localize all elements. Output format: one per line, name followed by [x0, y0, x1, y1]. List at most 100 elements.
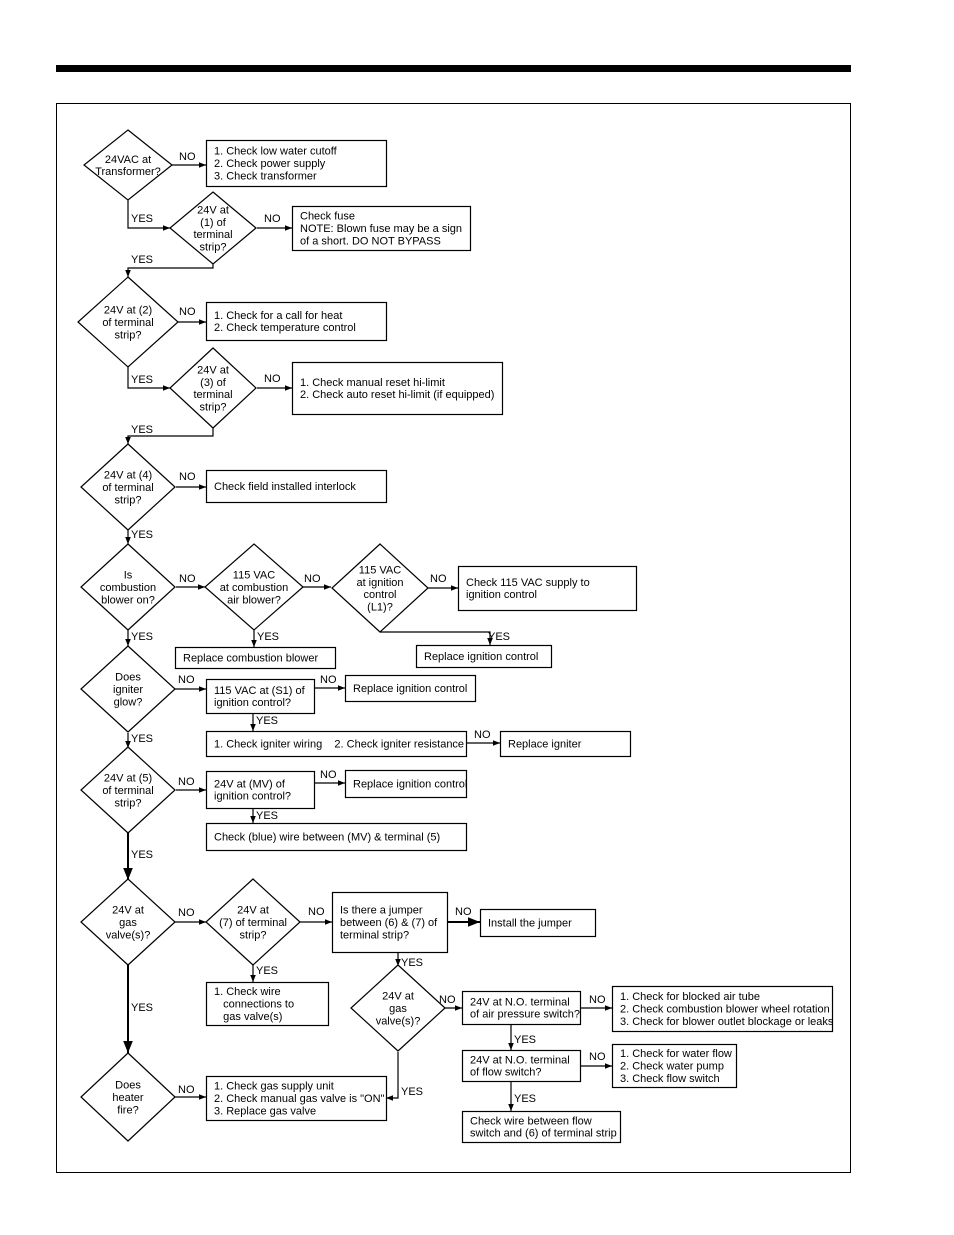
connector-b21-to-b22: NO	[580, 1051, 612, 1069]
action-text: 1. Check low water cutoff	[214, 146, 338, 158]
action-text: 1. Check for water flow	[620, 1048, 732, 1060]
decision-d9: Doesigniterglow?	[80, 645, 176, 733]
troubleshooting-flowchart: NO YES NO YES NO YES NO YES NO YES NO NO NO YES YES YES…	[56, 103, 851, 1173]
decision-text: strip?	[115, 494, 142, 506]
action-box-b22: 1. Check for water flow2. Check water pu…	[611, 1043, 738, 1089]
action-box-b14: Replace ignition control	[344, 769, 467, 799]
connector-d7-to-b7: YES	[251, 630, 279, 647]
connector-b13-to-b14: NO	[314, 769, 345, 786]
edge-label-no: NO	[179, 151, 196, 163]
action-text: 2. Check manual gas valve is "ON"	[214, 1093, 385, 1105]
action-box-b1: 1. Check low water cutoff2. Check power …	[205, 139, 388, 188]
edge-label-no: NO	[264, 213, 281, 225]
decision-d13: 24V atgasvalve(s)?	[350, 964, 446, 1052]
edge-label-yes: YES	[514, 1093, 536, 1105]
connector-b9-to-b11: YES	[250, 713, 278, 731]
edge-label-no: NO	[308, 906, 325, 918]
action-text: 115 VAC at (S1) of	[214, 685, 306, 697]
action-box-b11: 1. Check igniter wiring 2. Check igniter…	[205, 730, 468, 758]
action-text: of a short. DO NOT BYPASS	[300, 235, 441, 247]
connector-d10-to-d11: YES	[123, 833, 153, 880]
action-box-b15: Check (blue) wire between (MV) & termina…	[205, 822, 468, 852]
action-box-b23: Check wire between flowswitch and (6) of…	[461, 1110, 622, 1144]
action-text: connections to	[214, 999, 294, 1011]
action-text: 24V at N.O. terminal	[470, 996, 570, 1008]
connector-b11-to-b12: NO	[466, 729, 500, 746]
decision-text: 115 VAC	[359, 565, 401, 577]
connector-b13-to-b15: YES	[250, 808, 278, 823]
action-text: Is there a jumper	[340, 905, 423, 917]
decision-text: combustion	[100, 582, 156, 594]
action-text: ignition control?	[214, 791, 291, 803]
decision-text: strip?	[200, 241, 227, 253]
action-box-b10: Replace ignition control	[344, 674, 477, 703]
edge-label-no: NO	[178, 776, 195, 788]
edge-label-no: NO	[179, 306, 196, 318]
decision-text: igniter	[113, 684, 143, 696]
action-box-b19: 24V at N.O. terminalof air pressure swit…	[461, 990, 582, 1026]
decision-text: 24V at	[112, 905, 144, 917]
nodes: 24VAC atTransformer? 1. Check low water c…	[77, 129, 834, 1144]
action-box-b3: 1. Check for a call for heat2. Check tem…	[205, 301, 388, 342]
action-box-b6: Check 115 VAC supply toignition control	[457, 565, 638, 612]
action-text: NOTE: Blown fuse may be a sign	[300, 223, 462, 235]
action-text: between (6) & (7) of	[340, 917, 438, 929]
connector-d13-to-b24: YES	[386, 1052, 423, 1101]
action-text: 1. Check gas supply unit	[214, 1081, 334, 1093]
decision-text: strip?	[200, 401, 227, 413]
decision-d6: Iscombustionblower on?	[80, 543, 176, 631]
edge-label-no: NO	[179, 573, 196, 585]
action-text: Check (blue) wire between (MV) & termina…	[214, 832, 440, 844]
action-text: 2. Check water pump	[620, 1061, 724, 1073]
action-text: Replace ignition control	[353, 683, 467, 695]
connector-d11-to-d12: NO	[175, 907, 206, 925]
action-text: 1. Check manual reset hi-limit	[300, 377, 445, 389]
connector-d2-to-b2: NO	[257, 213, 292, 231]
action-box-b2: Check fuseNOTE: Blown fuse may be a sign…	[291, 205, 472, 252]
decision-d10: 24V at (5)of terminalstrip?	[80, 746, 176, 834]
decision-text: Is	[124, 570, 133, 582]
edge-label-no: NO	[178, 674, 195, 686]
edge-label-yes: YES	[131, 849, 153, 861]
edge-label-yes: YES	[256, 715, 278, 727]
action-text: 1. Check igniter wiring 2. Check igniter…	[214, 739, 464, 751]
action-box-b7: Replace combustion blower	[174, 646, 337, 670]
connector-b9-to-b10: NO	[314, 674, 345, 691]
action-box-b24: 1. Check gas supply unit2. Check manual …	[205, 1075, 388, 1122]
decision-d7: 115 VACat combustionair blower?	[204, 543, 304, 631]
action-box-b20: 1. Check for blocked air tube2. Check co…	[611, 985, 834, 1033]
action-text: Replace ignition control	[353, 779, 467, 791]
connector-d3-to-d4: YES	[127, 367, 170, 391]
connector-d5-to-b5: NO	[176, 471, 206, 490]
edge-label-yes: YES	[131, 254, 153, 266]
connectors: NO YES NO YES NO YES NO YES NO YES NO NO NO YES YES YES…	[123, 151, 612, 1111]
decision-text: heater	[112, 1092, 144, 1104]
edge-label-no: NO	[474, 729, 491, 741]
decision-text: (1) of	[200, 217, 227, 229]
edge-label-yes: YES	[131, 424, 153, 436]
decision-text: of terminal	[102, 785, 153, 797]
action-text: 2. Check auto reset hi-limit (if equippe…	[300, 389, 494, 401]
edge-label-no: NO	[264, 373, 281, 385]
decision-text: at ignition	[356, 577, 403, 589]
action-text: Replace combustion blower	[183, 653, 318, 665]
action-text: gas valve(s)	[214, 1011, 282, 1023]
decision-text: 24VAC at	[105, 154, 151, 166]
action-text: switch and (6) of terminal strip	[470, 1128, 617, 1140]
edge-label-no: NO	[178, 1084, 195, 1096]
action-box-b16: Is there a jumperbetween (6) & (7) ofter…	[331, 891, 449, 954]
action-text: 1. Check wire	[214, 986, 281, 998]
action-text: 1. Check for blocked air tube	[620, 991, 760, 1003]
action-text: 3. Check transformer	[214, 170, 317, 182]
decision-text: Transformer?	[95, 166, 161, 178]
connector-d12-to-b16: NO	[300, 906, 332, 925]
decision-text: 115 VAC	[233, 570, 275, 582]
action-text: of air pressure switch?	[470, 1009, 580, 1021]
connector-d9-to-b9: NO	[175, 674, 206, 692]
action-text: Replace igniter	[508, 739, 582, 751]
edge-label-yes: YES	[131, 529, 153, 541]
decision-text: of terminal	[102, 482, 153, 494]
decision-text: (L1)?	[367, 601, 393, 613]
connector-d4-to-d5: YES	[125, 424, 214, 444]
decision-d2: 24V at(1) ofterminalstrip?	[169, 191, 257, 265]
